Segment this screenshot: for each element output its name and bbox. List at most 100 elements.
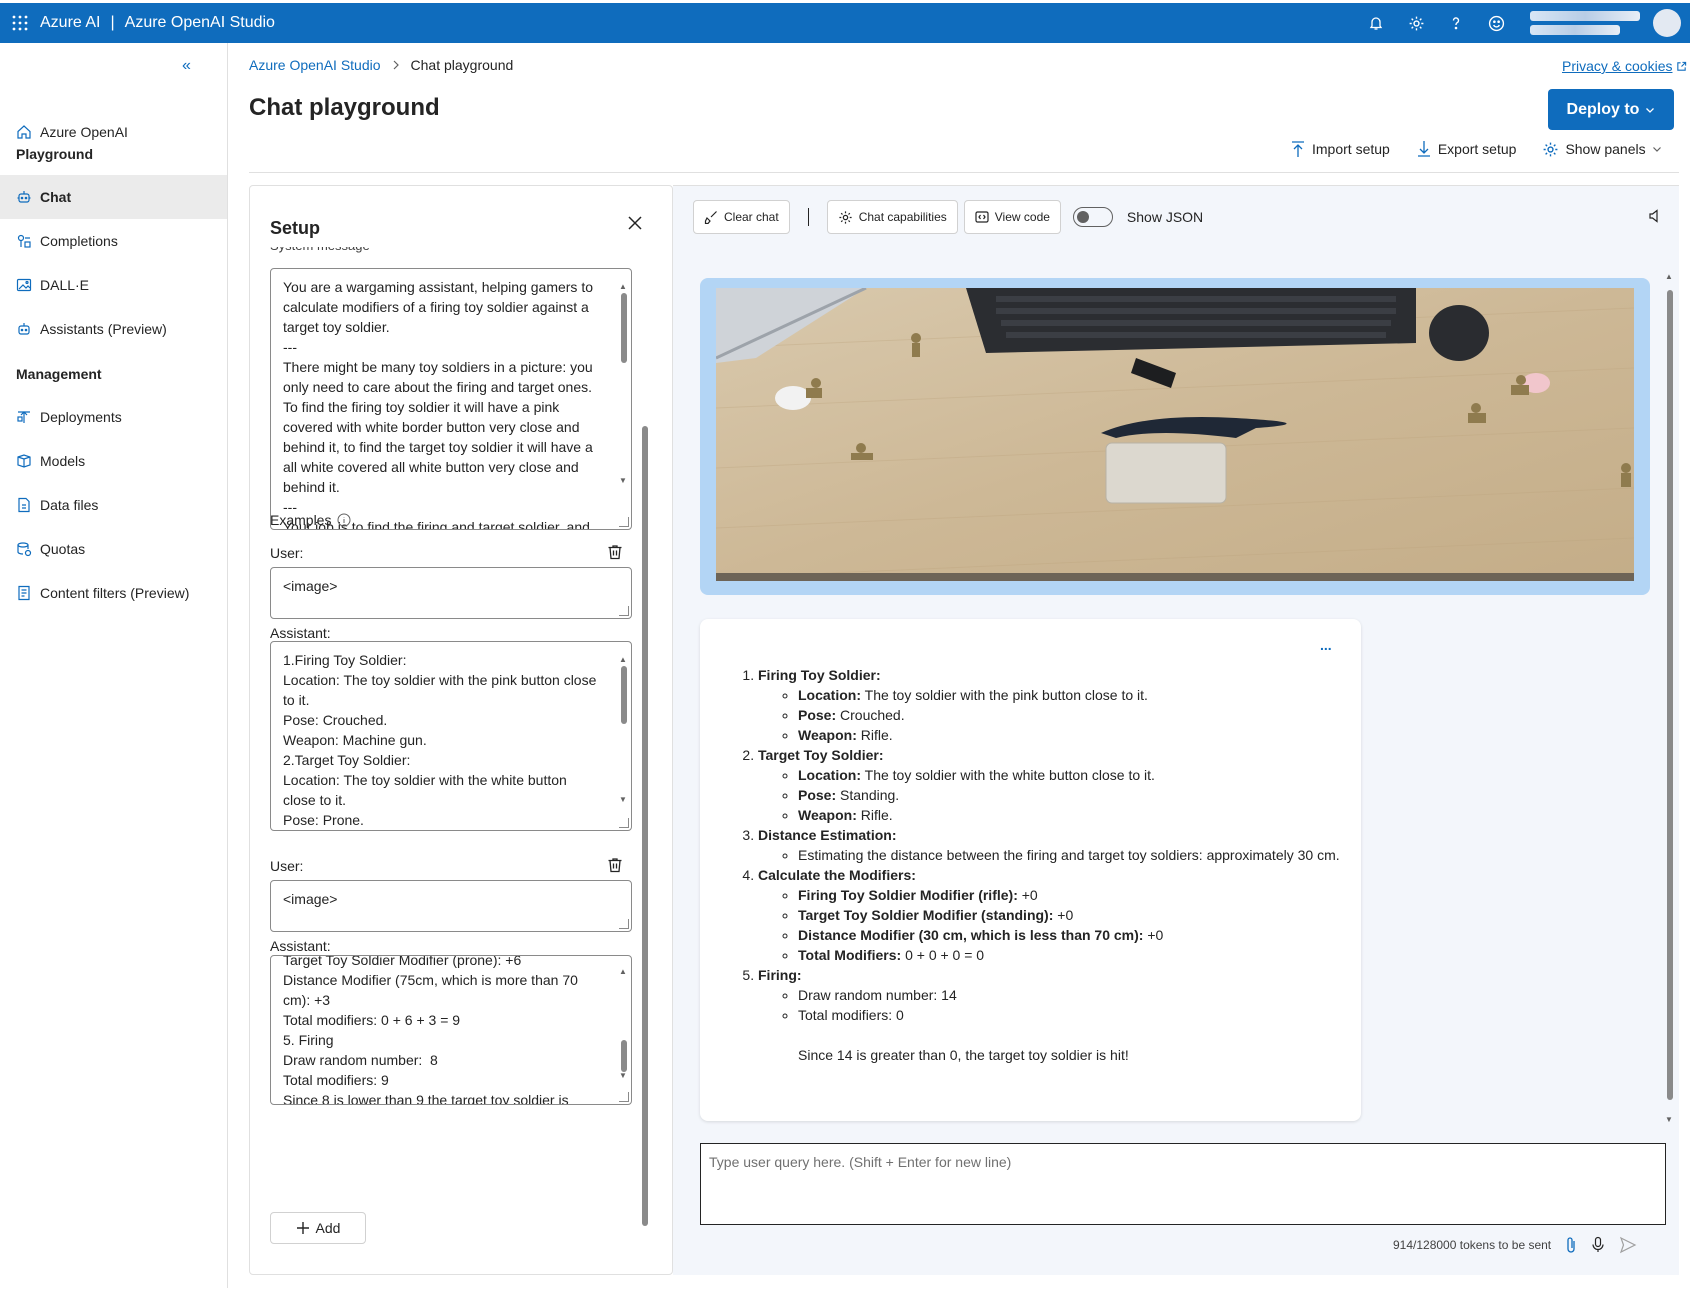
resize-handle[interactable] — [619, 919, 629, 929]
help-question-icon[interactable] — [1446, 13, 1466, 33]
home-icon — [16, 124, 32, 140]
resize-handle[interactable] — [619, 606, 629, 616]
item-key: Total Modifiers: — [798, 947, 902, 963]
collapse-nav-icon[interactable]: « — [182, 57, 191, 75]
broom-icon — [704, 210, 718, 224]
send-icon[interactable] — [1619, 1236, 1637, 1254]
add-label: Add — [315, 1220, 341, 1236]
reply-section: Firing Toy Soldier: Location: The toy so… — [758, 665, 1348, 745]
nav-label: Chat — [40, 189, 72, 205]
item-key: Location: — [798, 767, 861, 783]
nav-item-quotas[interactable]: Quotas — [0, 527, 227, 571]
product-name[interactable]: Azure OpenAI Studio — [125, 14, 275, 32]
content-filters-icon — [16, 585, 32, 601]
item-value: Rifle. — [856, 807, 893, 823]
scrollbar[interactable]: ▲ ▼ — [619, 650, 627, 810]
list-item: Pose: Crouched. — [798, 705, 1348, 725]
nav-item-completions[interactable]: Completions — [0, 219, 227, 263]
reply-section: Target Toy Soldier: Location: The toy so… — [758, 745, 1348, 825]
resize-handle[interactable] — [619, 517, 629, 527]
item-value: +0 — [1017, 887, 1038, 903]
chat-toolbar: Clear chat Chat capabilities View code S… — [693, 200, 1203, 234]
attach-icon[interactable] — [1565, 1236, 1577, 1254]
app-launcher-icon[interactable] — [0, 3, 40, 43]
header-divider — [249, 172, 1679, 173]
microphone-icon[interactable] — [1591, 1236, 1605, 1254]
chat-capabilities-label: Chat capabilities — [858, 210, 947, 224]
chat-scrollbar[interactable]: ▲ ▼ — [1665, 272, 1673, 1124]
toolbar-separator — [807, 208, 809, 226]
example2-user-text: <image> — [283, 891, 338, 907]
setup-scrollbar[interactable] — [642, 226, 648, 1246]
brand-separator: | — [110, 14, 115, 31]
section-title: Target Toy Soldier: — [758, 747, 884, 763]
chat-bot-icon — [16, 189, 32, 205]
system-message-textarea[interactable]: You are a wargaming assistant, helping g… — [270, 268, 632, 530]
message-more-options[interactable]: ... — [1320, 635, 1332, 655]
nav-item-assistants[interactable]: Assistants (Preview) — [0, 307, 227, 351]
nav-item-chat[interactable]: Chat — [0, 175, 227, 219]
clear-chat-label: Clear chat — [724, 210, 779, 224]
example2-assistant-label: Assistant: — [270, 938, 331, 954]
nav-label: Data files — [40, 497, 99, 513]
speaker-icon[interactable] — [1647, 208, 1663, 224]
account-menu[interactable] — [1530, 3, 1690, 43]
plus-icon — [296, 1221, 310, 1235]
export-setup-button[interactable]: Export setup — [1416, 140, 1517, 158]
example1-user-input[interactable]: <image> — [270, 567, 632, 619]
item-key: Firing Toy Soldier Modifier (rifle): — [798, 887, 1018, 903]
info-icon[interactable] — [337, 513, 351, 527]
import-setup-button[interactable]: Import setup — [1290, 140, 1390, 158]
user-query-input[interactable]: Type user query here. (Shift + Enter for… — [700, 1143, 1666, 1225]
example1-user-label: User: — [270, 545, 304, 561]
item-value: Estimating the distance between the firi… — [798, 847, 1340, 863]
brand-name[interactable]: Azure AI — [40, 14, 100, 32]
clear-chat-button[interactable]: Clear chat — [693, 200, 790, 234]
example2-assistant-input[interactable]: Target Toy Soldier Modifier (prone): +6 … — [270, 955, 632, 1105]
reply-section: Firing: Draw random number: 14 Total mod… — [758, 965, 1348, 1065]
privacy-link[interactable]: Privacy & cookies — [1562, 58, 1687, 74]
item-key: Location: — [798, 687, 861, 703]
nav-label: DALL·E — [40, 277, 90, 293]
delete-example-icon[interactable] — [606, 856, 624, 874]
export-setup-label: Export setup — [1437, 141, 1517, 157]
data-files-icon — [16, 497, 32, 513]
resize-handle[interactable] — [619, 818, 629, 828]
input-placeholder: Type user query here. (Shift + Enter for… — [709, 1154, 1012, 1170]
notifications-bell-icon[interactable] — [1366, 13, 1386, 33]
left-navigation: « Azure OpenAI Playground Chat Completio… — [0, 43, 228, 1288]
system-message-text: You are a wargaming assistant, helping g… — [283, 279, 593, 530]
item-key: Distance Modifier (30 cm, which is less … — [798, 927, 1144, 943]
delete-example-icon[interactable] — [606, 543, 624, 561]
nav-item-dall-e[interactable]: DALL·E — [0, 263, 227, 307]
settings-gear-icon[interactable] — [1406, 13, 1426, 33]
nav-item-data-files[interactable]: Data files — [0, 483, 227, 527]
add-example-button[interactable]: Add — [270, 1212, 366, 1244]
scrollbar[interactable]: ▲ ▼ — [619, 962, 627, 1086]
avatar[interactable] — [1653, 9, 1681, 37]
view-code-button[interactable]: View code — [963, 200, 1061, 234]
item-value: +0 — [1143, 927, 1164, 943]
chat-panel: Clear chat Chat capabilities View code S… — [673, 185, 1679, 1275]
show-json-toggle[interactable] — [1072, 207, 1113, 227]
nav-item-deployments[interactable]: Deployments — [0, 395, 227, 439]
show-panels-button[interactable]: Show panels — [1542, 141, 1661, 158]
resize-handle[interactable] — [619, 1092, 629, 1102]
view-code-label: View code — [994, 210, 1050, 224]
feedback-smiley-icon[interactable] — [1486, 13, 1506, 33]
nav-label: Quotas — [40, 541, 86, 557]
example2-user-input[interactable]: <image> — [270, 880, 632, 932]
item-value: Total modifiers: 0 — [798, 1007, 904, 1023]
nav-heading-management: Management — [16, 366, 102, 382]
nav-label: Deployments — [40, 409, 122, 425]
chat-capabilities-button[interactable]: Chat capabilities — [826, 200, 958, 234]
nav-item-models[interactable]: Models — [0, 439, 227, 483]
list-item: Total Modifiers: 0 + 0 + 0 = 0 — [798, 945, 1348, 965]
completions-icon — [16, 233, 32, 249]
models-icon — [16, 453, 32, 469]
nav-item-content-filters[interactable]: Content filters (Preview) — [0, 571, 227, 615]
breadcrumb-root[interactable]: Azure OpenAI Studio — [249, 57, 381, 73]
deploy-to-button[interactable]: Deploy to — [1548, 89, 1674, 130]
example1-assistant-input[interactable]: 1.Firing Toy Soldier: Location: The toy … — [270, 641, 632, 831]
scrollbar[interactable]: ▲ ▼ — [619, 277, 627, 491]
